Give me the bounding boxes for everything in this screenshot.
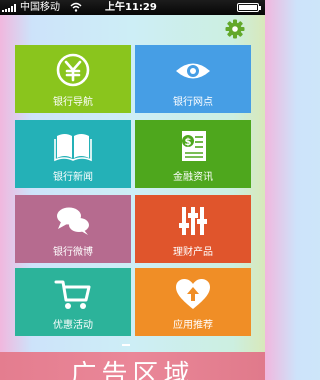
- eye-icon: [176, 63, 210, 79]
- tile-label: 银行导航: [53, 97, 93, 108]
- svg-text:$: $: [185, 137, 192, 148]
- book-icon: [54, 134, 92, 162]
- carrier-name: 中国移动: [20, 2, 60, 13]
- status-time: 上午11:29: [105, 2, 157, 13]
- page-indicator: [122, 344, 130, 346]
- chat-bubbles-icon: [57, 207, 89, 235]
- tile-financial-info[interactable]: $ 金融资讯: [135, 120, 251, 188]
- sliders-icon: [179, 207, 207, 235]
- tile-label: 金融资讯: [173, 172, 213, 183]
- tile-label: 银行新闻: [53, 172, 93, 183]
- ad-banner[interactable]: 广告区域: [0, 352, 265, 380]
- tile-bank-branches[interactable]: 银行网点: [135, 45, 251, 113]
- tile-app-recommendations[interactable]: 应用推荐: [135, 268, 251, 336]
- signal-strength-icon: [2, 4, 16, 12]
- wifi-icon: [70, 2, 82, 12]
- tile-label: 优惠活动: [53, 320, 93, 331]
- tile-bank-news[interactable]: 银行新闻: [15, 120, 131, 188]
- tile-bank-navigation[interactable]: 银行导航: [15, 45, 131, 113]
- ad-banner-text: 广告区域: [70, 360, 195, 380]
- settings-gear-icon[interactable]: [225, 19, 245, 39]
- status-bar: 中国移动 上午11:29: [0, 0, 265, 15]
- tile-bank-weibo[interactable]: 银行微博: [15, 195, 131, 263]
- tile-label: 银行网点: [173, 97, 213, 108]
- shopping-cart-icon: [54, 280, 91, 309]
- tile-label: 应用推荐: [173, 320, 213, 331]
- heart-upload-icon: [176, 279, 210, 309]
- tile-promotions[interactable]: 优惠活动: [15, 268, 131, 336]
- yen-circle-icon: [56, 53, 90, 87]
- dollar-document-icon: $: [182, 131, 206, 161]
- tile-label: 银行微博: [53, 247, 93, 258]
- battery-icon: [237, 3, 261, 12]
- tile-wealth-products[interactable]: 理财产品: [135, 195, 251, 263]
- tile-label: 理财产品: [173, 247, 213, 258]
